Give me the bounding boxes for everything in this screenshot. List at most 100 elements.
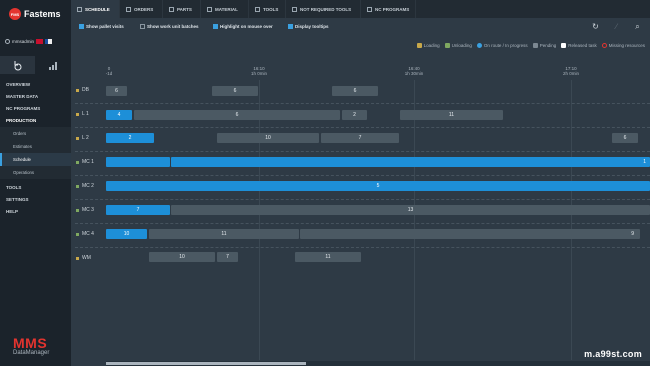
pin-icon[interactable]: ∕: [612, 22, 621, 31]
checkbox-box: [288, 24, 293, 29]
checkbox-box: [213, 24, 218, 29]
resource-label-db: DB: [76, 87, 89, 93]
sidebar-item-overview[interactable]: Overview: [0, 79, 71, 91]
resource-label-l1: L 1: [76, 111, 89, 117]
mode-switcher: [0, 56, 71, 74]
wrench-off-icon: [292, 6, 297, 12]
product-brand: MMS DataManager: [13, 336, 49, 357]
task-bar[interactable]: 1: [171, 157, 650, 167]
task-bar[interactable]: 13: [171, 205, 650, 215]
task-bar[interactable]: 10: [149, 252, 215, 262]
task-bar[interactable]: 6: [332, 86, 378, 96]
task-bar[interactable]: 6: [612, 133, 638, 143]
sidebar-item-master-data[interactable]: Master Data: [0, 91, 71, 103]
tab-tools[interactable]: Tools: [249, 0, 286, 18]
tab-label: Orders: [134, 6, 154, 12]
tick-2: 16:40 1h 30min: [404, 66, 424, 76]
tab-material[interactable]: Material: [201, 0, 249, 18]
row-separator: [75, 127, 650, 128]
tab-nc-programs[interactable]: NC programs: [361, 0, 416, 18]
search-icon[interactable]: ⌕: [633, 22, 642, 31]
task-bar[interactable]: 10: [106, 229, 147, 239]
task-bar[interactable]: 11: [149, 229, 299, 239]
task-bar[interactable]: 9: [300, 229, 640, 239]
checkbox-label: Show pallet visits: [86, 24, 124, 29]
tab-not-required-tools[interactable]: Not required tools: [286, 0, 361, 18]
brand-subtitle: DataManager: [13, 350, 50, 356]
task-bar[interactable]: 7: [106, 205, 170, 215]
row-separator: [75, 199, 650, 200]
task-bar[interactable]: [106, 157, 170, 167]
checkbox-label: Display tooltips: [295, 24, 329, 29]
resource-label-wm: WM: [76, 255, 91, 261]
sidebar-item-production[interactable]: Production: [0, 115, 71, 127]
show-pallet-visits-checkbox[interactable]: Show pallet visits: [79, 24, 124, 29]
checkbox-box: [140, 24, 145, 29]
task-bar[interactable]: 7: [217, 252, 238, 262]
legend-on-route: On route / In progress: [476, 43, 528, 48]
task-bar[interactable]: 10: [217, 133, 319, 143]
reports-mode-button[interactable]: [36, 56, 71, 74]
sidebar-item-tools[interactable]: Tools: [0, 182, 71, 194]
resource-label-mc2: MC 2: [76, 183, 94, 189]
logo-mark: FMS: [9, 8, 21, 20]
task-bar[interactable]: 11: [295, 252, 361, 262]
legend-released-task: Released task: [561, 43, 597, 48]
row-separator: [75, 247, 650, 248]
show-work-unit-batches-checkbox[interactable]: Show work unit batches: [140, 24, 199, 29]
document-icon: [367, 6, 372, 12]
task-bar[interactable]: 4: [106, 110, 132, 120]
task-bar[interactable]: 11: [400, 110, 503, 120]
wrench-icon: [255, 6, 260, 12]
tab-orders[interactable]: Orders: [120, 0, 163, 18]
bar-chart-icon: [49, 61, 57, 70]
grid-line: [414, 80, 415, 360]
checkbox-label: Highlight on mouse over: [220, 24, 273, 29]
grid-line: [571, 80, 572, 360]
tick-1: 16:10 1h 0min: [250, 66, 267, 76]
resource-label-mc3: MC 3: [76, 207, 94, 213]
app-logo[interactable]: FMS Fastems: [9, 8, 61, 20]
legend-unloading: Unloading: [444, 43, 472, 48]
legend-pending: Pending: [532, 43, 556, 48]
task-bar[interactable]: 6: [134, 110, 340, 120]
tab-parts[interactable]: Parts: [163, 0, 201, 18]
task-bar[interactable]: 2: [106, 133, 154, 143]
sidebar-subitem-schedule[interactable]: Schedule: [0, 153, 71, 166]
sidebar-subitem-estimates[interactable]: Estimates: [0, 140, 71, 153]
horizontal-scrollbar[interactable]: [106, 361, 650, 366]
task-bar[interactable]: 6: [106, 86, 127, 96]
highlight-on-mouse-over-checkbox[interactable]: Highlight on mouse over: [213, 24, 273, 29]
task-bar[interactable]: 2: [342, 110, 367, 120]
sidebar-item-nc-programs[interactable]: NC Programs: [0, 103, 71, 115]
task-bar[interactable]: 7: [321, 133, 399, 143]
user-menu[interactable]: mmsadmin: [5, 39, 53, 44]
refresh-icon[interactable]: ↻: [591, 22, 600, 31]
production-mode-button[interactable]: [0, 56, 35, 74]
scrollbar-thumb[interactable]: [106, 362, 306, 365]
tab-label: NC programs: [375, 6, 410, 12]
toolbar-actions: ↻ ∕ ⌕: [591, 22, 642, 32]
tab-schedule[interactable]: Schedule: [71, 0, 120, 18]
tick-3: 17:10 2h 0min: [562, 66, 579, 76]
resource-label-l2: L 2: [76, 135, 89, 141]
language-flag-icon-alt[interactable]: [45, 39, 53, 44]
status-legend: Loading Unloading On route / In progress…: [416, 43, 645, 48]
sidebar-item-help[interactable]: Help: [0, 206, 71, 218]
display-tooltips-checkbox[interactable]: Display tooltips: [288, 24, 329, 29]
user-name: mmsadmin: [12, 39, 35, 44]
task-bar[interactable]: 6: [212, 86, 258, 96]
list-icon: [126, 6, 131, 12]
grid-line: [259, 80, 260, 360]
sidebar-item-settings[interactable]: Settings: [0, 194, 71, 206]
tab-label: Material: [215, 6, 238, 12]
resource-label-mc4: MC 4: [76, 231, 94, 237]
sidebar-subitem-orders[interactable]: Orders: [0, 127, 71, 140]
language-flag-icon[interactable]: [36, 39, 44, 44]
sidebar-subitem-operations[interactable]: Operations: [0, 166, 71, 179]
part-icon: [169, 6, 174, 12]
tab-label: Schedule: [85, 6, 110, 12]
tab-label: Not required tools: [300, 6, 352, 12]
robot-icon: [14, 60, 22, 70]
task-bar[interactable]: 5: [106, 181, 650, 191]
